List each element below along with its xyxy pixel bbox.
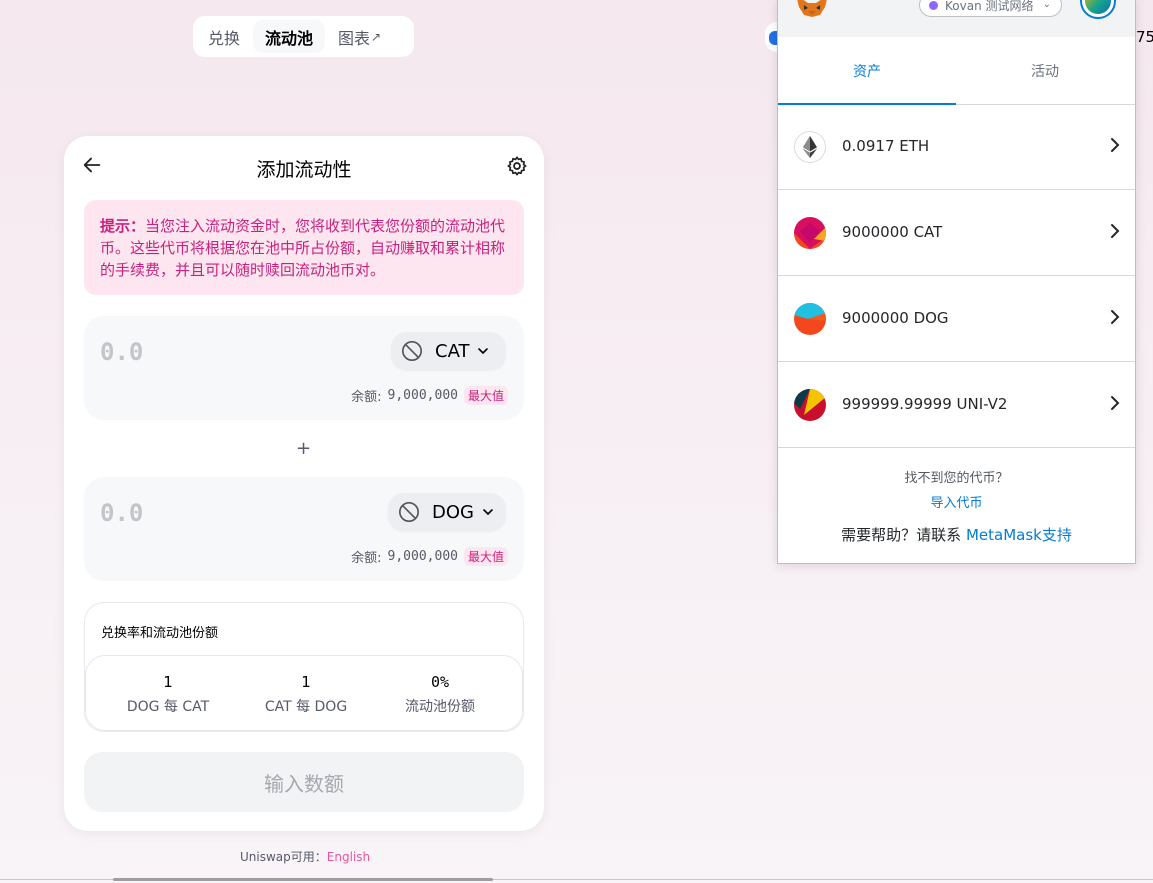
rate-value: 0% (430, 673, 450, 691)
language-footer: Uniswap可用：English (240, 848, 370, 865)
card-header: 添加流动性 (64, 136, 544, 198)
rate-label: 流动池份额 (405, 699, 475, 715)
tab-activity[interactable]: 活动 (956, 37, 1134, 104)
tab-pool-label: 流动池 (265, 28, 314, 48)
balance-value: 9,000,000 (387, 388, 458, 403)
top-nav: 兑换 流动池 图表 ↗ (193, 16, 414, 57)
plus-icon: + (296, 438, 312, 459)
add-liquidity-card: 添加流动性 提示：当您注入流动资金时，您将收到代表您份额的流动池代币。这些代币将… (64, 136, 544, 831)
partial-header-text: 75 (1136, 28, 1153, 46)
avatar-identicon (1085, 0, 1111, 14)
no-token-icon (402, 341, 422, 361)
chevron-right-icon (1111, 138, 1120, 152)
asset-row-uni-v2[interactable]: 999999.99999 UNI-V2 (778, 363, 1135, 448)
metamask-popup: Kovan 测试网络 ⌄ 资产 活动 0.0917 ETH 9000000 CA… (777, 0, 1136, 564)
max-button[interactable]: 最大值 (463, 386, 508, 405)
token-a-balance: 余额: 9,000,000 最大值 (351, 386, 508, 405)
max-button[interactable]: 最大值 (463, 547, 508, 566)
liquidity-tip: 提示：当您注入流动资金时，您将收到代表您份额的流动池代币。这些代币将根据您在池中… (84, 200, 524, 295)
gear-icon[interactable] (506, 155, 528, 177)
token-a-panel: CAT 余额: 9,000,000 最大值 (84, 316, 524, 420)
rate-label: DOG 每 CAT (126, 699, 210, 715)
asset-balance: 9000000 CAT (842, 223, 943, 241)
token-b-select-button[interactable]: DOG (388, 493, 506, 531)
help-label: 需要帮助？请联系 (841, 526, 962, 544)
balance-value: 9,000,000 (387, 549, 458, 564)
chevron-down-icon: ⌄ (1042, 0, 1051, 10)
token-a-amount-input[interactable] (100, 336, 340, 368)
page-title: 添加流动性 (256, 159, 352, 181)
footer-text: Uniswap可用： (240, 850, 327, 864)
tab-swap-label: 兑换 (208, 28, 241, 48)
tab-charts[interactable]: 图表 ↗ (327, 20, 392, 53)
token-b-panel: DOG 余额: 9,000,000 最大值 (84, 477, 524, 581)
token-b-symbol: DOG (432, 501, 474, 523)
cat-token-icon (794, 217, 826, 249)
metamask-tabs: 资产 活动 (778, 37, 1135, 105)
metamask-header: Kovan 测试网络 ⌄ (778, 0, 1135, 37)
rate-cat-per-dog: 1 CAT 每 DOG (246, 673, 366, 716)
balance-label: 余额: (351, 390, 382, 405)
rate-value: 1 (163, 673, 173, 691)
token-a-symbol: CAT (435, 340, 470, 362)
horizontal-scrollbar[interactable] (113, 878, 493, 881)
balance-label: 余额: (351, 551, 382, 566)
chevron-down-icon (478, 348, 489, 355)
external-link-icon: ↗ (371, 29, 382, 44)
metamask-support-link[interactable]: MetaMask支持 (966, 526, 1072, 544)
rate-value: 1 (301, 673, 311, 691)
tab-pool[interactable]: 流动池 (253, 20, 326, 53)
tab-swap[interactable]: 兑换 (197, 20, 251, 53)
chevron-right-icon (1111, 396, 1120, 410)
network-selector[interactable]: Kovan 测试网络 ⌄ (919, 0, 1062, 17)
chevron-right-icon (1111, 310, 1120, 324)
token-b-balance: 余额: 9,000,000 最大值 (351, 547, 508, 566)
rates-values: 1 DOG 每 CAT 1 CAT 每 DOG 0% 流动池份额 (85, 655, 523, 731)
rate-label: CAT 每 DOG (264, 699, 348, 715)
chevron-right-icon (1111, 224, 1120, 238)
asset-row-cat[interactable]: 9000000 CAT (778, 191, 1135, 276)
asset-balance: 999999.99999 UNI-V2 (842, 395, 1008, 413)
pool-share: 0% 流动池份额 (380, 673, 500, 716)
metamask-fox-icon (797, 0, 827, 17)
token-a-select-button[interactable]: CAT (391, 332, 506, 370)
tab-charts-label: 图表 (338, 28, 371, 48)
language-link[interactable]: English (327, 850, 370, 864)
import-token-link[interactable]: 导入代币 (778, 492, 1135, 511)
tip-text: 当您注入流动资金时，您将收到代表您份额的流动池代币。这些代币将根据您在池中所占份… (100, 217, 506, 279)
rates-and-share-panel: 兑换率和流动池份额 1 DOG 每 CAT 1 CAT 每 DOG 0% 流动池… (84, 602, 524, 732)
network-status-dot (929, 0, 938, 10)
asset-row-eth[interactable]: 0.0917 ETH (778, 105, 1135, 190)
tip-label: 提示： (100, 217, 146, 235)
token-b-amount-input[interactable] (100, 497, 340, 529)
rate-dog-per-cat: 1 DOG 每 CAT (108, 673, 228, 716)
asset-balance: 0.0917 ETH (842, 137, 930, 155)
uni-v2-token-icon (794, 389, 826, 421)
missing-token-text: 找不到您的代币？ (904, 471, 1009, 486)
eth-icon (794, 131, 826, 163)
account-avatar[interactable] (1080, 0, 1116, 19)
network-label: Kovan 测试网络 (945, 0, 1034, 13)
enter-amount-button[interactable]: 输入数额 (84, 752, 524, 812)
chevron-down-icon (483, 509, 493, 516)
dog-token-icon (794, 303, 826, 335)
rates-title: 兑换率和流动池份额 (101, 626, 219, 641)
no-token-icon (399, 502, 419, 522)
tab-assets[interactable]: 资产 (778, 37, 956, 105)
asset-balance: 9000000 DOG (842, 309, 949, 327)
help-text: 需要帮助？请联系 MetaMask支持 (778, 524, 1135, 545)
asset-row-dog[interactable]: 9000000 DOG (778, 277, 1135, 362)
